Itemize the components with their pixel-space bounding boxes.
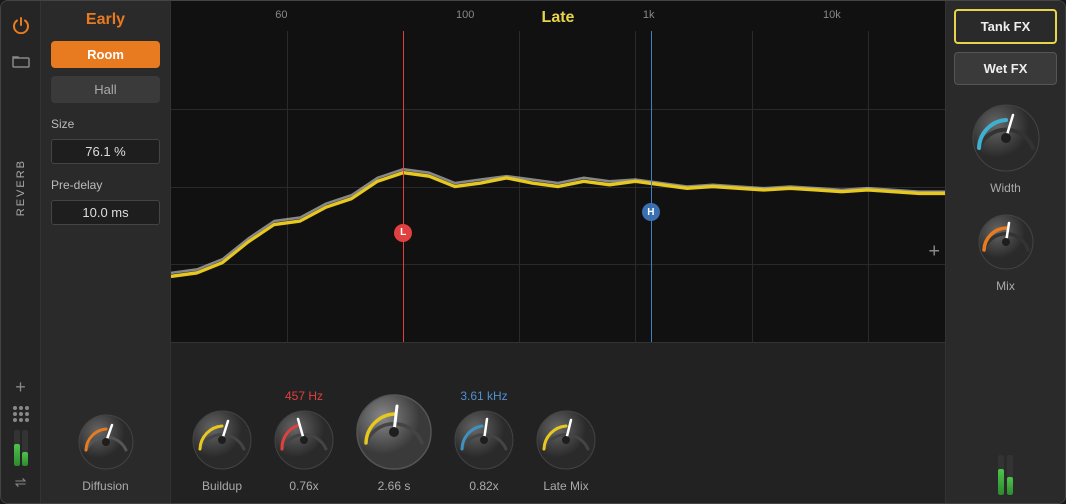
freq-label-blue: 3.61 kHz [460, 389, 507, 403]
buildup-group: Buildup [191, 409, 253, 493]
knob3-group: 3.61 kHz 0.82x [453, 389, 515, 493]
knob1-label: 0.76x [289, 479, 318, 493]
folder-icon[interactable] [9, 49, 33, 73]
knob1[interactable] [273, 409, 335, 471]
width-label: Width [990, 181, 1021, 195]
size-value[interactable]: 76.1 % [51, 139, 160, 164]
plugin-label: REVERB [15, 159, 27, 216]
knob3[interactable] [453, 409, 515, 471]
display-area: Late 60 100 1k 10k [171, 1, 945, 343]
early-panel: Early Room Hall Size 76.1 % Pre-delay 10… [41, 1, 171, 503]
knob1-group: 457 Hz 0.76x [273, 389, 335, 493]
knob3-label: 0.82x [469, 479, 498, 493]
diffusion-area: Diffusion [51, 413, 160, 493]
size-label: Size [51, 117, 160, 131]
marker-red-dot[interactable]: L [394, 224, 412, 242]
predelay-value[interactable]: 10.0 ms [51, 200, 160, 225]
late-mix-label: Late Mix [543, 479, 588, 493]
freq-100: 100 [456, 9, 474, 21]
marker-blue-line[interactable] [651, 31, 652, 342]
knob2[interactable] [355, 393, 433, 471]
diffusion-label: Diffusion [82, 479, 128, 493]
meter-bar-right-1 [998, 455, 1004, 495]
freq-label-red: 457 Hz [285, 389, 323, 403]
controls-row: Buildup 457 Hz [171, 343, 945, 503]
freq-60: 60 [275, 9, 287, 21]
buildup-knob[interactable] [191, 409, 253, 471]
width-knob[interactable] [971, 103, 1041, 173]
freq-1k: 1k [643, 9, 655, 21]
freq-10k: 10k [823, 9, 841, 21]
main-area: Late 60 100 1k 10k [171, 1, 945, 503]
width-area: Width [971, 103, 1041, 195]
freq-axis: 60 100 1k 10k [191, 9, 925, 21]
tank-fx-button[interactable]: Tank FX [954, 9, 1057, 44]
mix-label: Mix [996, 279, 1015, 293]
add-left-button[interactable]: + [15, 377, 26, 398]
room-button[interactable]: Room [51, 41, 160, 68]
arrow-icon[interactable]: ⇌ [15, 474, 27, 491]
knob2-group: 2.66 s [355, 393, 433, 493]
plugin-container: REVERB + ⇌ Early Room Hall Size 76. [0, 0, 1066, 504]
sidebar-bottom: + ⇌ [13, 377, 29, 491]
marker-blue-label: H [647, 207, 654, 218]
marker-red-label: L [400, 227, 406, 238]
meter-bar-left-1 [14, 430, 20, 466]
early-title: Early [51, 11, 160, 29]
grid-menu-icon[interactable] [13, 406, 29, 422]
marker-blue-dot[interactable]: H [642, 203, 660, 221]
predelay-label: Pre-delay [51, 178, 160, 192]
add-right-button[interactable]: + [928, 241, 940, 264]
response-curve [171, 31, 945, 342]
meter-bar-left-2 [22, 430, 28, 466]
late-mix-knob[interactable] [535, 409, 597, 471]
knob2-label: 2.66 s [378, 479, 411, 493]
buildup-label: Buildup [202, 479, 242, 493]
marker-red-line[interactable] [403, 31, 404, 342]
wet-fx-button[interactable]: Wet FX [954, 52, 1057, 85]
late-mix-group: Late Mix [535, 409, 597, 493]
meters-left [14, 430, 28, 466]
hall-button[interactable]: Hall [51, 76, 160, 103]
mix-area: Mix [977, 213, 1035, 293]
right-panel: Tank FX Wet FX Width [945, 1, 1065, 503]
power-button[interactable] [9, 13, 33, 37]
diffusion-knob[interactable] [77, 413, 135, 471]
mix-knob[interactable] [977, 213, 1035, 271]
meter-bar-right-2 [1007, 455, 1013, 495]
left-sidebar: REVERB + ⇌ [1, 1, 41, 503]
meters-right [998, 455, 1013, 495]
